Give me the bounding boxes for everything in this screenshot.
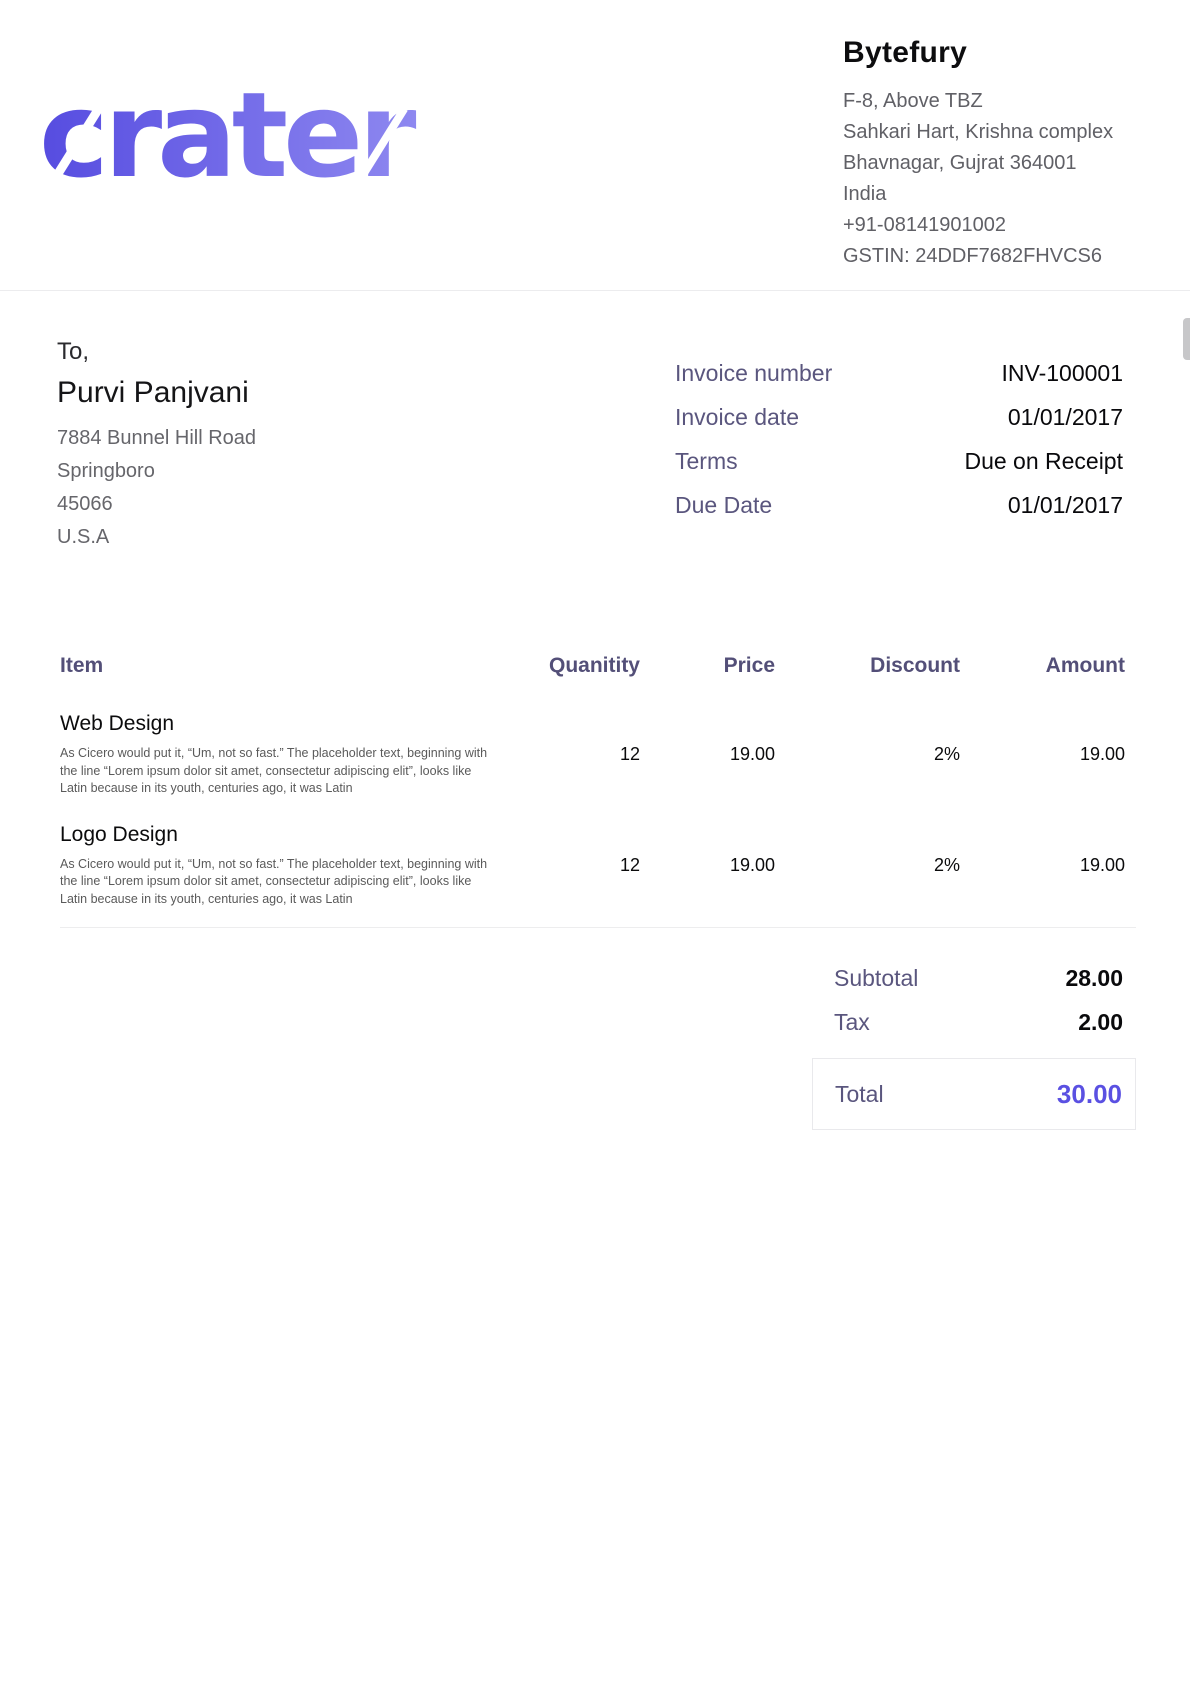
table-row: Logo Design As Cicero would put it, “Um,… [60, 823, 1125, 909]
total-label: Total [835, 1081, 884, 1108]
total-value: 30.00 [1057, 1079, 1122, 1110]
due-date-label: Due Date [675, 492, 772, 519]
crater-logo: crater [43, 84, 448, 201]
item-discount: 2% [775, 744, 960, 765]
tax-label: Tax [834, 1009, 870, 1036]
item-quantity: 12 [520, 855, 640, 876]
bill-to-label: To, [57, 338, 256, 366]
meta-row-due-date: Due Date 01/01/2017 [675, 492, 1123, 519]
scrollbar-thumb[interactable] [1183, 318, 1190, 360]
company-name: Bytefury [843, 36, 1113, 70]
company-phone: +91-08141901002 [843, 210, 1113, 241]
customer-address-line: 7884 Bunnel Hill Road [57, 422, 256, 455]
meta-row-invoice-date: Invoice date 01/01/2017 [675, 404, 1123, 431]
item-name: Logo Design [60, 823, 520, 847]
company-address-line: India [843, 179, 1113, 210]
item-cell: Web Design As Cicero would put it, “Um, … [60, 712, 520, 798]
meta-row-terms: Terms Due on Receipt [675, 448, 1123, 475]
item-price: 19.00 [640, 744, 775, 765]
col-header-item: Item [60, 654, 520, 678]
col-header-amount: Amount [960, 654, 1125, 678]
company-address-line: Sahkari Hart, Krishna complex [843, 117, 1113, 148]
item-price: 19.00 [640, 855, 775, 876]
company-address: F-8, Above TBZ Sahkari Hart, Krishna com… [843, 86, 1113, 272]
invoice-date-label: Invoice date [675, 404, 799, 431]
crater-logo-icon: crater [43, 84, 448, 196]
bill-to-block: To, Purvi Panjvani 7884 Bunnel Hill Road… [57, 338, 256, 554]
invoice-meta: Invoice number INV-100001 Invoice date 0… [675, 360, 1123, 536]
total-box: Total 30.00 [812, 1058, 1136, 1130]
col-header-discount: Discount [775, 654, 960, 678]
totals-block: Subtotal 28.00 Tax 2.00 Total 30.00 [812, 956, 1136, 1130]
due-date-value: 01/01/2017 [1008, 492, 1123, 519]
item-description: As Cicero would put it, “Um, not so fast… [60, 745, 500, 798]
item-amount: 19.00 [960, 744, 1125, 765]
col-header-quantity: Quanitity [520, 654, 640, 678]
item-amount: 19.00 [960, 855, 1125, 876]
invoice-header: crater Bytefury F-8, Above TBZ Sahkari H… [0, 0, 1190, 291]
item-discount: 2% [775, 855, 960, 876]
meta-row-invoice-number: Invoice number INV-100001 [675, 360, 1123, 387]
customer-name: Purvi Panjvani [57, 376, 256, 410]
item-name: Web Design [60, 712, 520, 736]
invoice-date-value: 01/01/2017 [1008, 404, 1123, 431]
tax-value: 2.00 [1078, 1009, 1123, 1036]
invoice-number-label: Invoice number [675, 360, 832, 387]
invoice-page: crater Bytefury F-8, Above TBZ Sahkari H… [0, 0, 1190, 1684]
terms-label: Terms [675, 448, 738, 475]
table-row: Web Design As Cicero would put it, “Um, … [60, 712, 1125, 798]
customer-address: 7884 Bunnel Hill Road Springboro 45066 U… [57, 422, 256, 554]
table-header-row: Item Quanitity Price Discount Amount [60, 654, 1125, 678]
company-address-line: F-8, Above TBZ [843, 86, 1113, 117]
company-info: Bytefury F-8, Above TBZ Sahkari Hart, Kr… [843, 36, 1113, 272]
customer-address-line: Springboro [57, 455, 256, 488]
item-quantity: 12 [520, 744, 640, 765]
items-table: Item Quanitity Price Discount Amount Web… [60, 654, 1125, 933]
invoice-number-value: INV-100001 [1002, 360, 1123, 387]
company-address-line: Bhavnagar, Gujrat 364001 [843, 148, 1113, 179]
item-description: As Cicero would put it, “Um, not so fast… [60, 856, 500, 909]
table-divider [60, 927, 1136, 928]
customer-address-line: 45066 [57, 488, 256, 521]
company-gstin: GSTIN: 24DDF7682FHVCS6 [843, 241, 1113, 272]
item-cell: Logo Design As Cicero would put it, “Um,… [60, 823, 520, 909]
subtotal-row: Subtotal 28.00 [812, 956, 1136, 1000]
subtotal-value: 28.00 [1065, 965, 1123, 992]
customer-address-line: U.S.A [57, 521, 256, 554]
col-header-price: Price [640, 654, 775, 678]
terms-value: Due on Receipt [964, 448, 1123, 475]
subtotal-label: Subtotal [834, 965, 918, 992]
tax-row: Tax 2.00 [812, 1000, 1136, 1044]
